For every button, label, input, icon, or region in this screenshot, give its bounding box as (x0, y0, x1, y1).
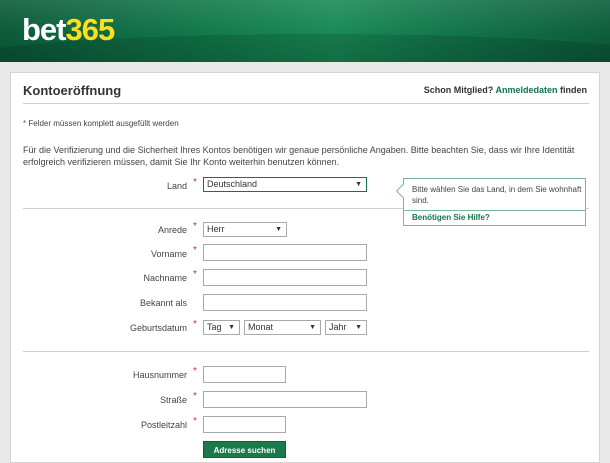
title-divider (23, 103, 589, 104)
last-name-input[interactable] (203, 269, 367, 286)
salutation-label: Anrede (157, 225, 187, 235)
birth-year-select[interactable]: Jahr ▼ (325, 320, 367, 335)
birth-month-select[interactable]: Monat ▼ (244, 320, 321, 335)
country-select[interactable]: Deutschland ▼ (203, 177, 367, 192)
postal-code-input[interactable] (203, 416, 286, 433)
triangle-down-icon: ▼ (355, 181, 362, 188)
tooltip-divider (404, 210, 585, 211)
country-label: Land (166, 181, 187, 191)
bet365-logo[interactable]: bet365 (22, 12, 116, 47)
section-divider-2 (23, 351, 589, 352)
member-login-prompt: Schon Mitglied? Anmeldedaten finden (424, 85, 587, 95)
street-required-star: * (193, 391, 197, 402)
house-number-label: Hausnummer (132, 370, 187, 380)
salutation-select[interactable]: Herr ▼ (203, 222, 287, 237)
triangle-down-icon: ▼ (355, 324, 362, 331)
salutation-required-star: * (193, 221, 197, 232)
birth-day-value: Tag (207, 322, 222, 332)
tooltip-message: Bitte wählen Sie das Land, in dem Sie wo… (412, 185, 582, 205)
first-name-required-star: * (193, 245, 197, 256)
postal-code-required-star: * (193, 416, 197, 427)
birthdate-required-star: * (193, 319, 197, 330)
birthdate-label: Geburtsdatum (129, 323, 187, 333)
required-fields-note: * Felder müssen komplett ausgefüllt werd… (23, 119, 179, 128)
house-number-input[interactable] (203, 366, 286, 383)
logo-number-text: 365 (65, 12, 116, 47)
birth-month-value: Monat (248, 322, 274, 332)
member-prefix: Schon Mitglied? (423, 85, 494, 95)
first-name-input[interactable] (203, 244, 367, 261)
known-as-input[interactable] (203, 294, 367, 311)
need-help-link[interactable]: Benötigen Sie Hilfe? (412, 213, 490, 222)
last-name-label: Nachname (143, 273, 187, 283)
country-required-star: * (193, 177, 197, 188)
street-label: Straße (159, 395, 187, 405)
first-name-label: Vorname (150, 249, 187, 259)
known-as-label: Bekannt als (139, 298, 187, 308)
country-select-value: Deutschland (207, 179, 258, 189)
required-note-text: Felder müssen komplett ausgefüllt werden (28, 119, 179, 128)
tooltip-pointer (395, 183, 411, 199)
registration-panel: Kontoeröffnung Schon Mitglied? Anmeldeda… (10, 72, 600, 463)
birth-day-select[interactable]: Tag ▼ (203, 320, 240, 335)
country-help-tooltip: Bitte wählen Sie das Land, in dem Sie wo… (395, 178, 586, 226)
page-title: Kontoeröffnung (23, 83, 122, 98)
street-input[interactable] (203, 391, 367, 408)
postal-code-label: Postleitzahl (140, 420, 187, 430)
last-name-required-star: * (193, 269, 197, 280)
triangle-down-icon: ▼ (275, 226, 282, 233)
salutation-select-value: Herr (207, 224, 225, 234)
birth-year-value: Jahr (329, 322, 347, 332)
member-suffix: finden (560, 85, 587, 95)
intro-text: Für die Verifizierung und die Sicherheit… (23, 145, 575, 167)
triangle-down-icon: ▼ (309, 324, 316, 331)
site-header: bet365 (0, 0, 610, 62)
address-search-button[interactable]: Adresse suchen (203, 441, 286, 458)
login-details-link[interactable]: Anmeldedaten (495, 85, 557, 95)
logo-bet-text: bet (22, 12, 66, 47)
house-number-required-star: * (193, 366, 197, 377)
required-star: * (23, 119, 27, 128)
triangle-down-icon: ▼ (228, 324, 235, 331)
